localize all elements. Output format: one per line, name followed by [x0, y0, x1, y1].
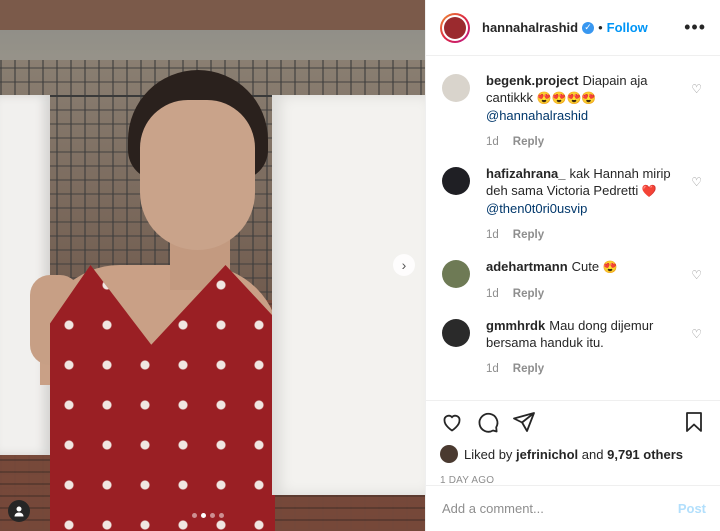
post-side-panel: hannahalrashid ✓ • Follow ••• begenk.pro… [425, 0, 720, 531]
comment-reply-button[interactable]: Reply [513, 363, 544, 375]
comment-time: 1d [486, 288, 499, 300]
comments-list: begenk.project Diapain aja cantikkk 😍😍😍😍 … [426, 72, 720, 392]
photo-roof [0, 0, 425, 30]
comment-avatar[interactable] [442, 319, 470, 347]
post-actions: Liked by jefrinichol and 9,791 others 1 … [426, 400, 720, 486]
comment-body: begenk.project Diapain aja cantikkk 😍😍😍😍 … [486, 72, 676, 151]
liker-username[interactable]: jefrinichol [516, 447, 578, 462]
save-bookmark-icon[interactable] [682, 410, 706, 434]
verified-badge-icon: ✓ [582, 21, 595, 34]
comment-emoji: ❤️ [641, 184, 657, 198]
follow-button[interactable]: Follow [607, 20, 648, 35]
comment-mention-link[interactable]: @then0t0ri0usvip [486, 200, 676, 217]
instagram-post: › hannahalrashid ✓ • Follow ••• begenk.p… [0, 0, 720, 531]
comment-username[interactable]: adehartmann [486, 259, 568, 274]
comment-avatar[interactable] [442, 260, 470, 288]
comment-item: begenk.project Diapain aja cantikkk 😍😍😍😍 … [426, 72, 720, 151]
carousel-dot [219, 513, 224, 518]
comment-emoji: 😍😍😍😍 [536, 91, 597, 105]
comment-reply-button[interactable]: Reply [513, 229, 544, 241]
comment-username[interactable]: begenk.project [486, 73, 578, 88]
comment-like-heart-icon[interactable]: ♡ [691, 327, 702, 341]
comment-time: 1d [486, 229, 499, 241]
comment-reply-button[interactable]: Reply [513, 288, 544, 300]
carousel-dots [192, 513, 224, 518]
comment-like-heart-icon[interactable]: ♡ [691, 268, 702, 282]
comment-reply-button[interactable]: Reply [513, 136, 544, 148]
comment-emoji: 😍 [602, 260, 618, 274]
next-photo-button[interactable]: › [393, 254, 415, 276]
comment-avatar[interactable] [442, 167, 470, 195]
tagged-user-icon[interactable] [8, 500, 30, 522]
comment-meta: 1d Reply [486, 361, 676, 378]
comment-avatar[interactable] [442, 74, 470, 102]
comment-meta: 1d Reply [486, 227, 676, 244]
profile-avatar[interactable] [440, 12, 470, 43]
comment-username[interactable]: hafizahrana_ [486, 166, 565, 181]
comment-mention-link[interactable]: @hannahalrashid [486, 107, 676, 124]
like-heart-icon[interactable] [440, 410, 464, 434]
photo-towel-left [0, 95, 50, 455]
likes-and: and [581, 446, 604, 462]
liker-avatar[interactable] [440, 445, 458, 463]
carousel-dot-active [201, 513, 206, 518]
comment-time: 1d [486, 136, 499, 148]
profile-username[interactable]: hannahalrashid [482, 20, 578, 35]
comment-body: hafizahrana_ kak Hannah mirip deh sama Vi… [486, 165, 676, 244]
header-separator: • [598, 20, 603, 35]
add-comment-bar: Post [426, 485, 720, 531]
carousel-dot [210, 513, 215, 518]
post-header: hannahalrashid ✓ • Follow ••• [426, 0, 720, 56]
avatar-image [444, 16, 466, 39]
comment-meta: 1d Reply [486, 286, 676, 303]
comment-meta: 1d Reply [486, 134, 676, 151]
share-paper-plane-icon[interactable] [512, 410, 536, 434]
comment-username[interactable]: gmmhrdk [486, 318, 545, 333]
comment-body: gmmhrdk Mau dong dijemur bersama handuk i… [486, 317, 676, 378]
action-icons [440, 405, 706, 439]
post-comment-button[interactable]: Post [678, 501, 706, 516]
comment-item: hafizahrana_ kak Hannah mirip deh sama Vi… [426, 165, 720, 244]
comment-item: adehartmann Cute 😍 1d Reply ♡ [426, 258, 720, 303]
photo-face [140, 100, 255, 250]
more-options-icon[interactable]: ••• [684, 17, 706, 38]
comment-like-heart-icon[interactable]: ♡ [691, 82, 702, 96]
comment-bubble-icon[interactable] [476, 410, 500, 434]
likes-count[interactable]: 9,791 others [607, 447, 683, 462]
comment-body: adehartmann Cute 😍 1d Reply [486, 258, 676, 303]
comment-item: gmmhrdk Mau dong dijemur bersama handuk i… [426, 317, 720, 378]
comment-like-heart-icon[interactable]: ♡ [691, 175, 702, 189]
photo-towel-right [272, 95, 425, 495]
carousel-dot [192, 513, 197, 518]
comment-text: Cute [571, 259, 600, 274]
post-photo[interactable]: › [0, 0, 425, 531]
likes-prefix: Liked by [464, 446, 513, 462]
likes-summary: Liked by jefrinichol and 9,791 others [440, 445, 706, 463]
comment-time: 1d [486, 363, 499, 375]
add-comment-input[interactable] [440, 500, 678, 517]
